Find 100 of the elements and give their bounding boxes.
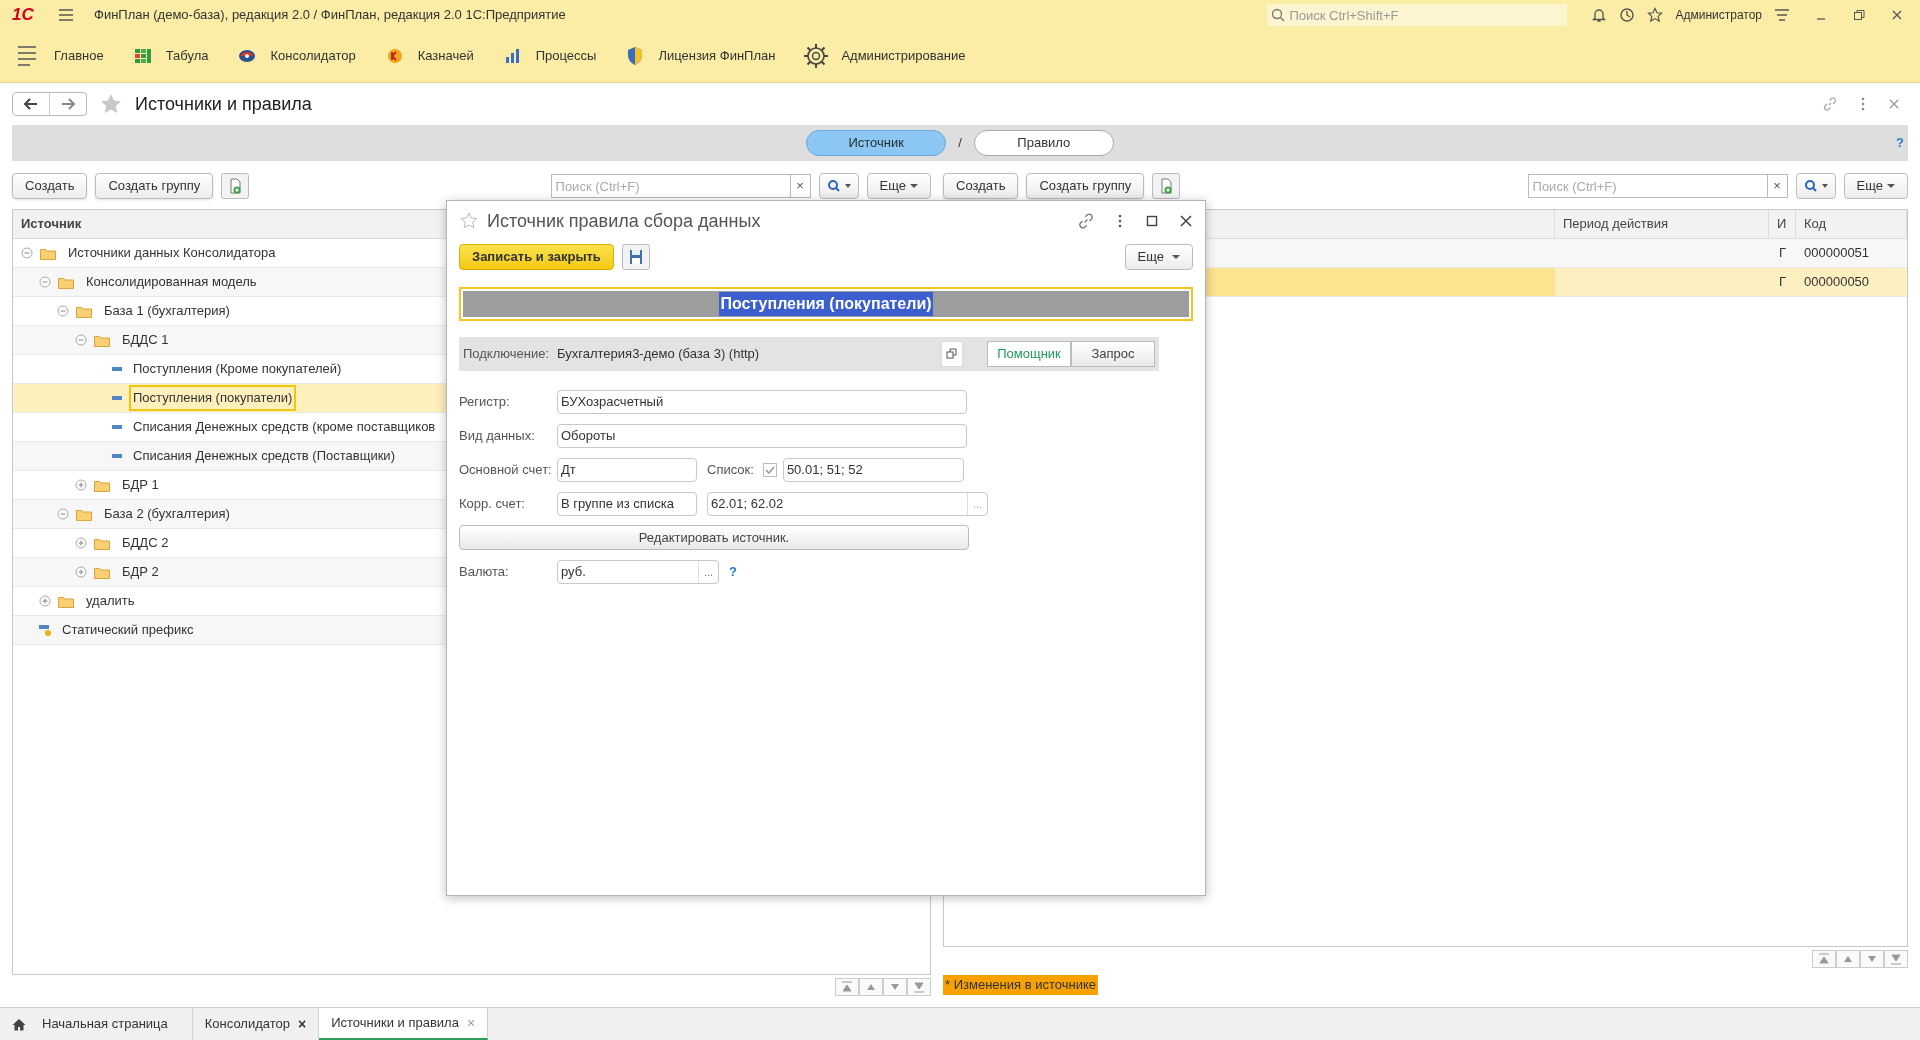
text-field[interactable]: 62.01; 62.02 ...	[707, 492, 988, 516]
connection-value: Бухгалтерия3-демо (база 3) (http)	[557, 345, 761, 364]
collapse-icon[interactable]	[57, 508, 69, 520]
tree-item[interactable]: Источники данных Консолидатора	[68, 243, 276, 263]
tree-item[interactable]: БДДС 1	[122, 330, 169, 350]
save-and-close-button[interactable]: Записать и закрыть	[459, 244, 614, 270]
section-link[interactable]: Главное	[54, 46, 104, 66]
mode-tab[interactable]: Источник	[806, 130, 947, 156]
help-link[interactable]: ?	[729, 562, 737, 582]
section-link[interactable]: Казначей	[417, 46, 474, 66]
section-link[interactable]: Табула	[165, 46, 209, 66]
toolbar-button[interactable]: Создать группу	[95, 173, 214, 199]
tree-item[interactable]: БДР 1	[122, 475, 159, 495]
pick-button[interactable]: ...	[698, 561, 718, 583]
open-window-icon[interactable]	[941, 341, 963, 367]
mode-tab[interactable]: Правило	[973, 130, 1114, 156]
collapse-icon[interactable]	[21, 247, 33, 259]
expand-icon[interactable]	[75, 566, 87, 578]
bell-icon[interactable]	[1591, 7, 1608, 23]
history-icon[interactable]	[1619, 7, 1636, 23]
tree-item[interactable]: База 2 (бухгалтерия)	[104, 504, 230, 524]
text-field[interactable]: БУХозрасчетный	[557, 390, 967, 414]
clear-button[interactable]: ×	[790, 174, 811, 198]
folder-icon	[58, 275, 74, 289]
tree-item[interactable]: БДДС 2	[122, 533, 169, 553]
collapse-icon[interactable]	[39, 276, 51, 288]
search-button[interactable]	[1795, 173, 1836, 199]
mode-button[interactable]: Запрос	[1071, 341, 1155, 367]
maximize-icon[interactable]	[1145, 214, 1159, 228]
save-icon[interactable]	[621, 244, 650, 270]
scroll-bottom-icon[interactable]	[907, 978, 931, 996]
tree-item[interactable]: БДР 2	[122, 562, 159, 582]
edit-source-button[interactable]: Редактировать источник.	[459, 525, 969, 550]
open-tab[interactable]: Начальная страница	[0, 1008, 193, 1040]
dialog-title: Источник правила сбора данных	[487, 209, 761, 233]
checked-checkbox-icon[interactable]	[762, 463, 777, 477]
text-field[interactable]: В группе из списка	[557, 492, 697, 516]
scroll-bottom-icon[interactable]	[1884, 950, 1908, 968]
expand-icon[interactable]	[75, 479, 87, 491]
text-field[interactable]: Обороты	[557, 424, 967, 448]
scroll-up-icon[interactable]	[1836, 950, 1860, 968]
open-tab[interactable]: Источники и правила ×	[319, 1008, 489, 1040]
link-icon[interactable]	[1822, 96, 1838, 112]
folder-icon	[76, 507, 92, 521]
add-document-icon[interactable]	[221, 173, 250, 199]
restore-icon[interactable]	[1852, 8, 1866, 22]
collapse-icon[interactable]	[75, 334, 87, 346]
toolbar-button[interactable]: Создать	[12, 173, 88, 199]
toolbar-button[interactable]: Создать	[943, 173, 1019, 199]
clear-button[interactable]: ×	[1767, 174, 1788, 198]
section-link[interactable]: Консолидатор	[270, 46, 356, 66]
scroll-down-icon[interactable]	[883, 978, 907, 996]
caret-icon	[910, 183, 918, 189]
settings-lines-icon[interactable]	[1774, 8, 1790, 22]
text-field[interactable]: Дт	[557, 458, 697, 482]
star-icon[interactable]	[99, 92, 123, 116]
user-name[interactable]: Администратор	[1675, 6, 1762, 24]
tree-item[interactable]: Статический префикс	[62, 620, 194, 640]
tree-item[interactable]: Поступления (покупатели)	[129, 385, 297, 411]
more-button[interactable]: Еще	[1843, 173, 1908, 199]
expand-icon[interactable]	[39, 595, 51, 607]
search-field[interactable]: Поиск (Ctrl+F)	[550, 174, 791, 198]
column-header: И	[1777, 215, 1787, 234]
table-cell-text: 000000051	[1804, 244, 1870, 263]
search-field[interactable]: Поиск (Ctrl+F)	[1527, 174, 1768, 198]
close-icon[interactable]	[1890, 8, 1904, 22]
search-field[interactable]: Поиск Ctrl+Shift+F	[1267, 4, 1568, 26]
tree-item[interactable]: Списания Денежных средств (Поставщики)	[133, 446, 395, 466]
name-field[interactable]: Поступления (покупатели)	[459, 287, 1193, 321]
tree-item[interactable]: Консолидированная модель	[86, 272, 257, 292]
text-field[interactable]: руб. ...	[557, 560, 719, 584]
scroll-top-icon[interactable]	[1812, 950, 1836, 968]
more-button[interactable]: Еще	[1124, 244, 1193, 270]
tree-item[interactable]: База 1 (бухгалтерия)	[104, 301, 230, 321]
tree-item[interactable]: Поступления (Кроме покупателей)	[133, 359, 342, 379]
search-button[interactable]	[818, 173, 859, 199]
link-icon[interactable]	[1077, 212, 1095, 230]
menu-icon[interactable]	[58, 8, 74, 22]
section-link[interactable]: Лицензия ФинПлан	[658, 46, 776, 66]
section-link[interactable]: Процессы	[535, 46, 597, 66]
caret-icon	[1887, 183, 1895, 189]
scroll-top-icon[interactable]	[835, 978, 859, 996]
star-icon[interactable]	[459, 211, 479, 231]
more-button[interactable]: Еще	[866, 173, 931, 199]
scroll-up-icon[interactable]	[859, 978, 883, 996]
close-tab-button[interactable]: ×	[298, 1013, 307, 1035]
page-title: Источники и правила	[135, 92, 312, 116]
tree-item[interactable]: удалить	[86, 591, 135, 611]
section-link[interactable]: Администрирование	[841, 46, 966, 66]
star-icon[interactable]	[1647, 7, 1664, 23]
scroll-down-icon[interactable]	[1860, 950, 1884, 968]
mode-button[interactable]: Помощник	[987, 341, 1071, 367]
column-header: Код	[1804, 215, 1827, 234]
expand-icon[interactable]	[75, 537, 87, 549]
collapse-icon[interactable]	[57, 305, 69, 317]
close-icon[interactable]	[1179, 214, 1193, 228]
toolbar-button[interactable]: Создать группу	[1026, 173, 1145, 199]
tree-item[interactable]: Списания Денежных средств (кроме поставщиков	[133, 417, 436, 437]
add-document-icon[interactable]	[1152, 173, 1181, 199]
text-field[interactable]: 50.01; 51; 52	[782, 458, 964, 482]
